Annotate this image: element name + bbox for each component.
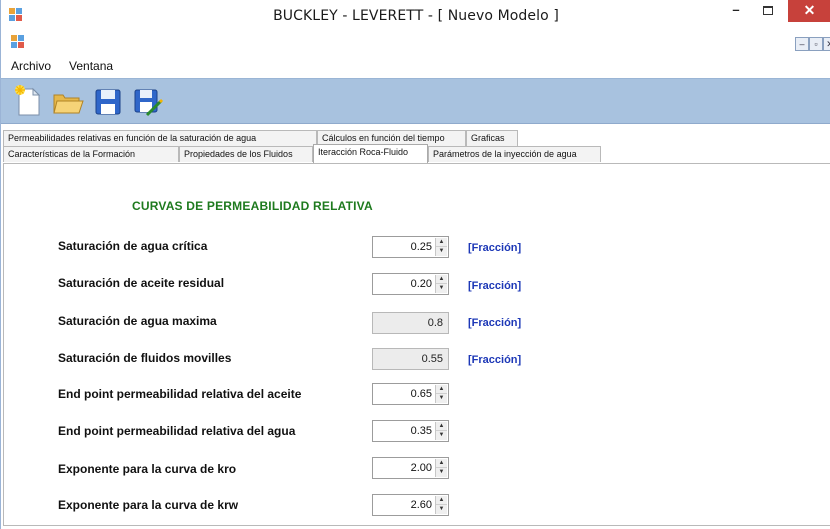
- movable-fluids-field: 0.55: [372, 348, 449, 370]
- label-saturacion-fluidos-moviles: Saturación de fluidos movilles: [58, 351, 232, 365]
- label-saturacion-agua-maxima: Saturación de agua maxima: [58, 314, 217, 328]
- save-as-icon[interactable]: [131, 85, 165, 119]
- stepper-down-icon[interactable]: ▼: [436, 284, 447, 293]
- stepper-up-icon[interactable]: ▲: [436, 422, 447, 431]
- sor-stepper[interactable]: 0.20 ▲ ▼: [372, 273, 449, 295]
- tab-iteraccion-roca-fluido[interactable]: Iteracción Roca-Fluido: [313, 144, 428, 163]
- minimize-button[interactable]: –: [721, 0, 751, 22]
- label-exponente-kro: Exponente para la curva de kro: [58, 462, 237, 476]
- sw-max-value: 0.8: [427, 317, 443, 329]
- stepper-buttons: ▲ ▼: [435, 385, 447, 403]
- stepper-buttons: ▲ ▼: [435, 238, 447, 256]
- app-window: BUCKLEY - LEVERETT - [ Nuevo Modelo ] – …: [0, 0, 830, 529]
- krw-exponent-stepper[interactable]: 2.60 ▲ ▼: [372, 494, 449, 516]
- swc-stepper[interactable]: 0.25 ▲ ▼: [372, 236, 449, 258]
- stepper-buttons: ▲ ▼: [435, 275, 447, 293]
- maximize-button[interactable]: [753, 0, 783, 22]
- kro-endpoint-value[interactable]: 0.65: [411, 388, 432, 400]
- window-title: BUCKLEY - LEVERETT - [ Nuevo Modelo ]: [273, 8, 559, 24]
- stepper-up-icon[interactable]: ▲: [436, 238, 447, 247]
- menu-archivo[interactable]: Archivo: [11, 59, 51, 73]
- new-file-icon[interactable]: [11, 85, 45, 119]
- title-bar[interactable]: BUCKLEY - LEVERETT - [ Nuevo Modelo ] – …: [1, 0, 830, 30]
- krw-exponent-value[interactable]: 2.60: [411, 499, 432, 511]
- unit-label: [Fracción]: [468, 354, 522, 366]
- save-icon[interactable]: [91, 85, 125, 119]
- label-endpoint-krw: End point permeabilidad relativa del agu…: [58, 424, 296, 438]
- close-button[interactable]: ✕: [788, 0, 830, 22]
- label-exponente-krw: Exponente para la curva de krw: [58, 498, 239, 512]
- tab-parametros-inyeccion[interactable]: Parámetros de la inyección de agua: [428, 146, 601, 162]
- open-folder-icon[interactable]: [51, 85, 85, 119]
- stepper-down-icon[interactable]: ▼: [436, 505, 447, 514]
- stepper-down-icon[interactable]: ▼: [436, 247, 447, 256]
- stepper-buttons: ▲ ▼: [435, 459, 447, 477]
- stepper-up-icon[interactable]: ▲: [436, 459, 447, 468]
- label-saturacion-agua-critica: Saturación de agua crítica: [58, 239, 208, 253]
- stepper-down-icon[interactable]: ▼: [436, 468, 447, 477]
- tab-propiedades-fluidos[interactable]: Propiedades de los Fluidos: [179, 146, 313, 162]
- kro-exponent-value[interactable]: 2.00: [411, 462, 432, 474]
- section-title: CURVAS DE PERMEABILIDAD RELATIVA: [132, 199, 373, 213]
- stepper-down-icon[interactable]: ▼: [436, 431, 447, 440]
- child-close-button[interactable]: ✕: [823, 37, 830, 51]
- sw-max-field: 0.8: [372, 312, 449, 334]
- sor-value[interactable]: 0.20: [411, 278, 432, 290]
- label-saturacion-aceite-residual: Saturación de aceite residual: [58, 276, 225, 290]
- krw-endpoint-value[interactable]: 0.35: [411, 425, 432, 437]
- tab-caracteristicas-formacion[interactable]: Características de la Formación: [3, 146, 179, 162]
- child-restore-button[interactable]: ▫: [809, 37, 823, 51]
- unit-label: [Fracción]: [468, 317, 522, 329]
- mdi-child-bar: – ▫ ✕: [1, 31, 830, 53]
- movable-fluids-value: 0.55: [421, 353, 443, 365]
- krw-endpoint-stepper[interactable]: 0.35 ▲ ▼: [372, 420, 449, 442]
- tab-graficas[interactable]: Graficas: [466, 130, 518, 146]
- child-minimize-button[interactable]: –: [795, 37, 809, 51]
- unit-label: [Fracción]: [468, 242, 522, 254]
- stepper-up-icon[interactable]: ▲: [436, 275, 447, 284]
- stepper-buttons: ▲ ▼: [435, 496, 447, 514]
- maximize-icon: [763, 6, 773, 15]
- kro-endpoint-stepper[interactable]: 0.65 ▲ ▼: [372, 383, 449, 405]
- stepper-down-icon[interactable]: ▼: [436, 394, 447, 403]
- menu-bar: Archivo Ventana: [1, 56, 830, 76]
- swc-value[interactable]: 0.25: [411, 241, 432, 253]
- child-window-icon[interactable]: [11, 35, 25, 49]
- stepper-up-icon[interactable]: ▲: [436, 496, 447, 505]
- tab-permeabilidades[interactable]: Permeabilidades relativas en función de …: [3, 130, 317, 146]
- toolbar: [1, 78, 830, 124]
- kro-exponent-stepper[interactable]: 2.00 ▲ ▼: [372, 457, 449, 479]
- label-endpoint-kro: End point permeabilidad relativa del ace…: [58, 387, 302, 401]
- menu-ventana[interactable]: Ventana: [69, 59, 113, 73]
- unit-label: [Fracción]: [468, 280, 522, 292]
- stepper-up-icon[interactable]: ▲: [436, 385, 447, 394]
- stepper-buttons: ▲ ▼: [435, 422, 447, 440]
